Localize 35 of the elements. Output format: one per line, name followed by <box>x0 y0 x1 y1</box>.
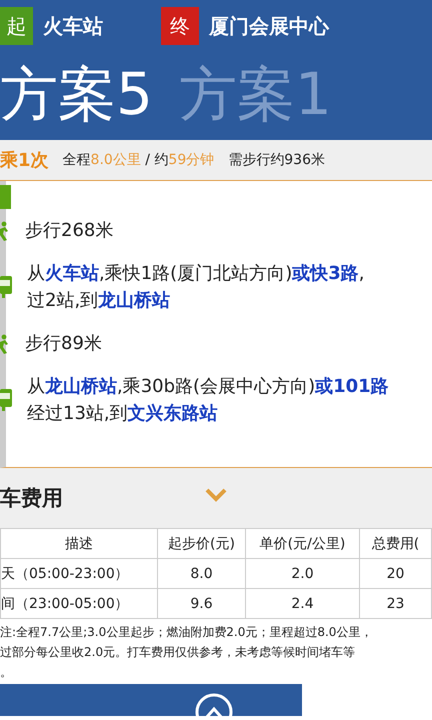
step-text: 步行89米 <box>25 332 102 356</box>
table-cell: 20 <box>360 558 432 588</box>
transfer-count: 乘1次 <box>0 149 49 172</box>
column-header: 描述 <box>0 528 158 558</box>
start-badge: 起 <box>0 7 33 45</box>
step-text: 从火车站,乘快1路(厦门北站方向)或快3路, <box>27 262 364 286</box>
walking-icon <box>0 334 10 354</box>
step-text: 经过13站,到文兴东路站 <box>27 402 219 426</box>
table-cell: 间（23:00-05:00） <box>0 588 158 618</box>
table-cell: 2.0 <box>246 558 360 588</box>
table-cell: 天（05:00-23:00） <box>0 558 158 588</box>
step-text: 从龙山桥站,乘30b路(会展中心方向)或101路 <box>27 375 389 399</box>
note-text: 注:全程7.7公里;3.0公里起步；燃油附加费2.0元；里程超过8.0公里， <box>0 624 374 641</box>
plan-tab[interactable]: 方案5 <box>0 56 153 132</box>
end-badge: 终 <box>161 7 199 45</box>
step-text: 步行268米 <box>25 219 114 243</box>
table-cell: 2.4 <box>246 588 360 618</box>
bus-icon <box>0 389 12 411</box>
section-title: 车费用 <box>0 485 63 512</box>
step-text: 过2站,到龙山桥站 <box>27 289 172 313</box>
column-header: 总费用( <box>360 528 432 558</box>
column-header: 起步价(元) <box>158 528 246 558</box>
distance-time-text: 全程8.0公里 / 约59分钟 <box>62 151 214 169</box>
column-header: 单价(元/公里) <box>246 528 360 558</box>
table-cell: 9.6 <box>158 588 246 618</box>
bus-icon <box>0 276 12 298</box>
end-station: 厦门会展中心 <box>209 12 329 40</box>
walking-icon <box>0 220 10 240</box>
table-cell: 8.0 <box>158 558 246 588</box>
table-cell: 23 <box>360 588 432 618</box>
walk-distance-text: 需步行约936米 <box>228 151 325 169</box>
note-text: 过部分每公里收2.0元。打车费用仅供参考，未考虑等候时间堵车等 <box>0 644 356 661</box>
note-text: 。 <box>0 664 13 681</box>
route-start-marker <box>0 185 11 209</box>
start-station: 火车站 <box>43 12 103 40</box>
